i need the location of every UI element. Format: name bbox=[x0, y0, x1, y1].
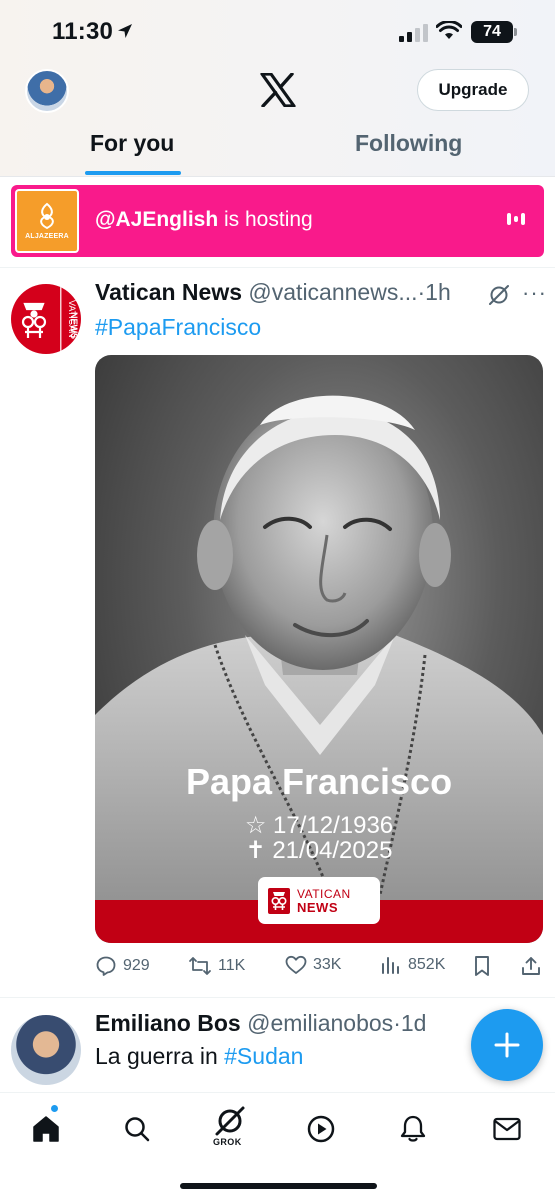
repost-icon bbox=[189, 957, 211, 975]
nav-grok[interactable] bbox=[210, 1101, 250, 1141]
aljazeera-logo: ALJAZEERA bbox=[15, 189, 79, 253]
spaces-host-text: @AJEnglish is hosting bbox=[95, 208, 313, 232]
post-author-handle[interactable]: @vaticannews... bbox=[248, 279, 417, 305]
views-icon bbox=[382, 957, 399, 974]
repost-button[interactable]: 11K bbox=[188, 955, 245, 977]
divider bbox=[0, 997, 555, 998]
svg-text:NEWS: NEWS bbox=[69, 312, 79, 339]
views-button[interactable]: 852K bbox=[380, 955, 445, 975]
home-icon bbox=[33, 1116, 59, 1142]
media-death-date: ✝ 21/04/2025 bbox=[245, 837, 393, 864]
spaces-host-suffix: is hosting bbox=[218, 208, 313, 231]
repost-count: 11K bbox=[218, 957, 246, 974]
vatican-emblem-icon bbox=[268, 887, 290, 914]
post2-author-name[interactable]: Emiliano Bos bbox=[95, 1010, 241, 1036]
vatican-news-logo-icon: VATICAN NEWS bbox=[21, 284, 79, 354]
reply-button[interactable]: 929 bbox=[95, 955, 150, 977]
nav-search[interactable] bbox=[117, 1109, 157, 1149]
post-actions: 929 11K 33K 852K bbox=[95, 955, 543, 985]
live-audio-icon bbox=[507, 213, 525, 225]
nav-notifications[interactable] bbox=[393, 1109, 433, 1149]
share-button[interactable] bbox=[520, 955, 542, 977]
aljazeera-emblem-icon bbox=[40, 202, 54, 230]
post-time: ·1h bbox=[417, 279, 451, 305]
like-button[interactable]: 33K bbox=[285, 955, 341, 975]
reply-icon bbox=[96, 956, 116, 976]
notifications-icon bbox=[400, 1115, 426, 1142]
post2-author-handle[interactable]: @emilianobos bbox=[247, 1010, 393, 1036]
post2-time: ·1d bbox=[393, 1010, 427, 1036]
post2-text-body: La guerra in bbox=[95, 1043, 225, 1069]
grok-explain-icon[interactable] bbox=[487, 283, 511, 307]
bookmark-button[interactable] bbox=[473, 955, 491, 977]
aljazeera-logo-text: ALJAZEERA bbox=[25, 233, 69, 240]
plus-icon bbox=[494, 1032, 520, 1058]
grok-label: GROK bbox=[213, 1137, 242, 1147]
battery-indicator: 74 bbox=[471, 21, 513, 43]
tab-for-you[interactable]: For you bbox=[90, 130, 174, 157]
grok-icon bbox=[215, 1106, 245, 1136]
status-bar: 11:30 74 bbox=[0, 0, 555, 62]
compose-post-button[interactable] bbox=[471, 1009, 543, 1081]
post-author-name[interactable]: Vatican News bbox=[95, 279, 242, 305]
location-arrow-icon bbox=[118, 24, 132, 38]
post2-text: La guerra in #Sudan bbox=[95, 1043, 303, 1070]
nav-video[interactable] bbox=[301, 1109, 341, 1149]
nav-messages[interactable] bbox=[487, 1109, 527, 1149]
upgrade-button[interactable]: Upgrade bbox=[417, 69, 529, 111]
post-media-image[interactable]: Papa Francisco ☆ 17/12/1936 ✝ 21/04/2025… bbox=[95, 355, 543, 943]
tab-following[interactable]: Following bbox=[355, 130, 462, 157]
post2-header: Emiliano Bos @emilianobos·1d bbox=[95, 1010, 426, 1037]
video-icon bbox=[307, 1115, 335, 1143]
post-author-avatar[interactable]: VATICAN NEWS bbox=[11, 284, 81, 354]
post-hashtag[interactable]: #PapaFrancisco bbox=[95, 314, 261, 341]
bookmark-icon bbox=[475, 956, 489, 976]
wifi-icon bbox=[436, 21, 462, 39]
post-header: Vatican News @vaticannews...·1h bbox=[95, 279, 451, 306]
x-logo-icon[interactable] bbox=[260, 73, 296, 107]
media-title: Papa Francisco bbox=[185, 761, 453, 802]
heart-icon bbox=[285, 955, 307, 974]
timeline-header: Upgrade For you Following bbox=[0, 62, 555, 177]
badge-text-top: VATICAN bbox=[297, 886, 351, 901]
tab-selected-indicator bbox=[85, 171, 181, 175]
home-notification-dot bbox=[51, 1105, 58, 1112]
share-icon bbox=[522, 957, 540, 975]
post2-author-avatar[interactable] bbox=[11, 1015, 81, 1085]
cellular-signal-icon bbox=[399, 24, 428, 42]
more-options-icon[interactable]: ··· bbox=[522, 280, 547, 306]
spaces-live-banner[interactable]: ALJAZEERA @AJEnglish is hosting bbox=[11, 185, 544, 257]
vatican-news-badge-text: VATICAN NEWS bbox=[297, 887, 351, 915]
search-icon bbox=[125, 1117, 150, 1142]
nav-home[interactable] bbox=[26, 1109, 66, 1149]
views-count: 852K bbox=[408, 956, 446, 973]
vatican-news-badge: VATICAN NEWS bbox=[258, 877, 380, 924]
profile-avatar[interactable] bbox=[25, 69, 69, 113]
post2-hashtag[interactable]: #Sudan bbox=[224, 1043, 303, 1069]
like-count: 33K bbox=[313, 956, 342, 973]
spaces-host-handle: @AJEnglish bbox=[95, 208, 219, 231]
divider bbox=[0, 267, 555, 268]
battery-tip bbox=[514, 28, 517, 36]
status-time: 11:30 bbox=[52, 18, 114, 45]
home-indicator bbox=[180, 1183, 377, 1189]
badge-text-bottom: NEWS bbox=[297, 899, 338, 915]
messages-icon bbox=[493, 1117, 521, 1141]
reply-count: 929 bbox=[123, 957, 150, 974]
